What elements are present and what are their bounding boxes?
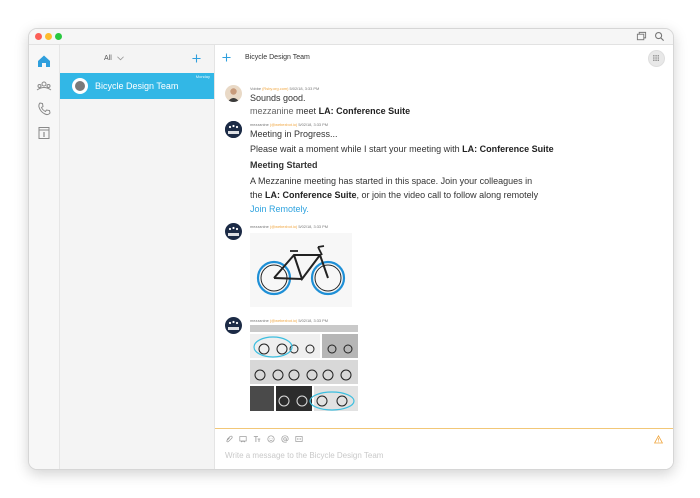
- minimize-window-button[interactable]: [45, 33, 52, 40]
- avatar[interactable]: [225, 85, 242, 102]
- new-space-plus-icon[interactable]: [192, 54, 201, 63]
- avatar[interactable]: [225, 223, 242, 240]
- conversation-panel: Bicycle Design Team Vobbe (Rsby.org.com)…: [215, 45, 673, 469]
- mezzanine-bot-icon: [225, 121, 242, 138]
- message-meta: mezzanine (@webexbot.io) 5/02/18, 3:33 P…: [250, 318, 328, 323]
- gif-icon[interactable]: [295, 435, 303, 443]
- message-meta: Vobbe (Rsby.org.com) 5/02/18, 3:33 PM: [250, 86, 319, 91]
- bicycle-image[interactable]: [250, 233, 352, 307]
- zoom-window-button[interactable]: [55, 33, 62, 40]
- space-item-time: Monday: [195, 74, 210, 79]
- space-avatar: [72, 78, 88, 94]
- sender-name: Vobbe: [250, 86, 262, 91]
- app-window: All Bicycle Design Team Monday Bicycle D…: [28, 28, 674, 470]
- room-name: LA: Conference Suite: [265, 190, 357, 200]
- sender-email: (Rsby.org.com): [262, 86, 289, 91]
- add-plus-icon[interactable]: [222, 53, 231, 62]
- chevron-down-icon[interactable]: [117, 56, 124, 61]
- conversation-header: Bicycle Design Team: [215, 45, 673, 71]
- wait-text: Please wait a moment while I start your …: [250, 144, 460, 154]
- message-time: 5/02/18, 3:33 PM: [298, 122, 328, 127]
- sender-email: (@webexbot.io): [269, 224, 298, 229]
- text-format-icon[interactable]: [253, 435, 261, 443]
- meet-word: meet: [296, 106, 317, 116]
- space-item-label: Bicycle Design Team: [95, 81, 179, 91]
- restore-icon[interactable]: [636, 31, 647, 42]
- bicycle-collage-icon: [250, 325, 358, 411]
- space-item-bicycle-design-team[interactable]: Bicycle Design Team Monday: [60, 73, 214, 99]
- alert-warning-icon[interactable]: [654, 435, 663, 444]
- whiteboard-icon[interactable]: [239, 435, 247, 443]
- apps-grid-button[interactable]: [648, 50, 665, 67]
- attachment-icon[interactable]: [225, 435, 233, 443]
- sender-name: mezzanine: [250, 318, 269, 323]
- sender-email: (@webexbot.io): [269, 122, 298, 127]
- bicycle-collage-image[interactable]: [250, 325, 358, 411]
- message-time: 5/02/18, 3:33 PM: [289, 86, 320, 91]
- nav-rail: [29, 45, 60, 469]
- mezzanine-bot-icon: [225, 317, 242, 334]
- message-text: Please wait a moment while I start your …: [250, 144, 554, 154]
- message-meta: mezzanine (@webexbot.io) 5/02/18, 3:33 P…: [250, 122, 328, 127]
- join-text: , or join the video call to follow along…: [356, 190, 539, 200]
- space-avatar-initial: [75, 81, 85, 91]
- title-bar: [29, 29, 673, 45]
- message-time: 5/02/18, 3:33 PM: [298, 318, 328, 323]
- message-text: Meeting in Progress...: [250, 129, 338, 139]
- message-text: A Mezzanine meeting has started in this …: [250, 176, 533, 186]
- space-list-panel: All Bicycle Design Team Monday: [60, 45, 215, 469]
- meeting-started-heading: Meeting Started: [250, 160, 318, 170]
- phone-icon[interactable]: [36, 101, 52, 117]
- the-text: the: [250, 190, 263, 200]
- message-text: the LA: Conference Suite, or join the vi…: [250, 190, 538, 200]
- avatar[interactable]: [225, 317, 242, 334]
- emoji-icon[interactable]: [267, 435, 275, 443]
- teams-icon[interactable]: [36, 78, 52, 94]
- search-icon[interactable]: [654, 31, 665, 42]
- message-composer: Write a message to the Bicycle Design Te…: [215, 428, 673, 469]
- filter-dropdown[interactable]: All: [104, 55, 112, 62]
- home-icon[interactable]: [36, 53, 52, 69]
- bicycle-icon: [250, 233, 352, 307]
- mezzanine-bot-icon: [225, 223, 242, 240]
- user-photo-icon: [225, 85, 242, 102]
- space-title: Bicycle Design Team: [245, 54, 310, 61]
- grid-icon: [653, 55, 659, 61]
- message-text: mezzanine meet LA: Conference Suite: [250, 106, 410, 116]
- sender-name: mezzanine: [250, 224, 269, 229]
- room-name: LA: Conference Suite: [318, 106, 411, 116]
- sender-email: (@webexbot.io): [269, 318, 298, 323]
- message-meta: mezzanine (@webexbot.io) 5/02/18, 3:33 P…: [250, 224, 328, 229]
- avatar[interactable]: [225, 121, 242, 138]
- close-window-button[interactable]: [35, 33, 42, 40]
- sender-name: mezzanine: [250, 122, 269, 127]
- mention-icon[interactable]: [281, 435, 289, 443]
- room-name: LA: Conference Suite: [462, 144, 554, 154]
- message-input[interactable]: Write a message to the Bicycle Design Te…: [225, 451, 383, 460]
- message-text: Sounds good.: [250, 93, 306, 103]
- message-time: 5/02/18, 3:33 PM: [298, 224, 328, 229]
- mention-text: mezzanine: [250, 106, 294, 116]
- join-remotely-link[interactable]: Join Remotely.: [250, 204, 309, 214]
- calendar-icon[interactable]: [36, 125, 52, 141]
